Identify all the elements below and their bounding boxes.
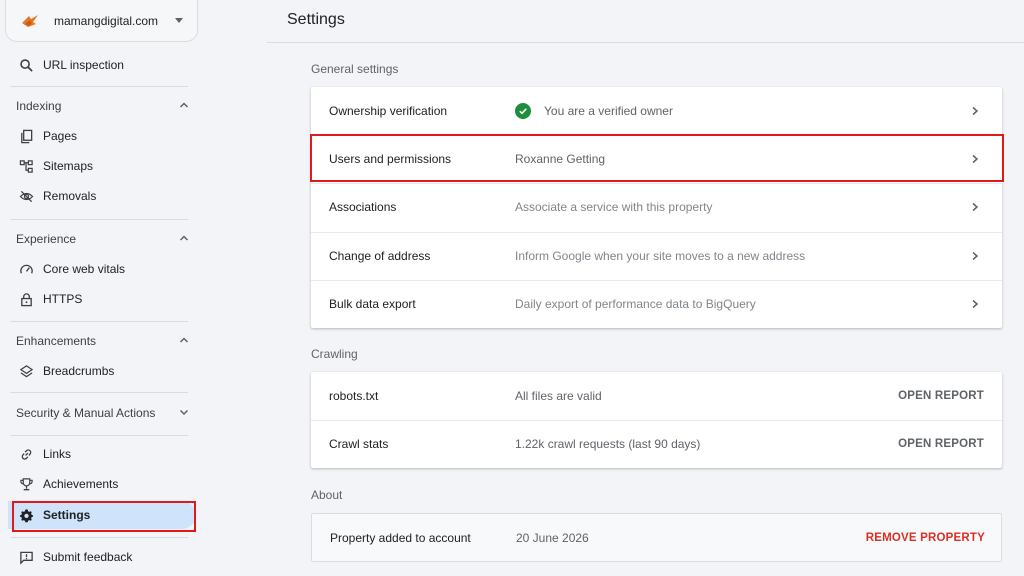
about-card: Property added to account 20 June 2026 R… <box>311 513 1002 562</box>
chevron-up-icon <box>178 232 190 247</box>
row-bulk-data-export[interactable]: Bulk data export Daily export of perform… <box>311 280 1002 328</box>
divider <box>10 86 188 87</box>
trophy-icon <box>18 476 34 492</box>
chevron-right-icon <box>972 202 979 212</box>
group-heading-crawling: Crawling <box>311 347 358 361</box>
nav-label: Pages <box>43 129 78 143</box>
row-associations[interactable]: Associations Associate a service with th… <box>311 183 1002 231</box>
nav-https[interactable]: HTTPS <box>8 285 196 313</box>
nav-achievements[interactable]: Achievements <box>8 470 196 498</box>
section-experience[interactable]: Experience <box>16 229 190 249</box>
row-label: Users and permissions <box>329 152 452 166</box>
section-heading: Indexing <box>16 99 62 113</box>
divider <box>10 537 188 538</box>
feedback-icon <box>18 549 34 565</box>
pages-icon <box>18 128 34 144</box>
nav-url-inspection[interactable]: URL inspection <box>8 51 196 79</box>
row-value: 1.22k crawl requests (last 90 days) <box>515 437 701 451</box>
lock-icon <box>18 291 34 307</box>
nav-label: URL inspection <box>43 58 124 72</box>
nav-label: Achievements <box>43 477 119 491</box>
nav-label: Breadcrumbs <box>43 364 115 378</box>
row-label: Bulk data export <box>329 297 416 311</box>
property-logo-icon <box>22 14 38 27</box>
chevron-down-icon <box>178 406 190 421</box>
row-label: robots.txt <box>329 389 379 403</box>
chevron-right-icon <box>972 106 979 116</box>
row-users-permissions[interactable]: Users and permissions Roxanne Getting <box>311 135 1002 183</box>
row-property-added: Property added to account 20 June 2026 R… <box>312 514 1003 562</box>
chevron-up-icon <box>178 334 190 349</box>
nav-settings[interactable]: Settings <box>8 501 196 529</box>
divider <box>10 219 188 220</box>
sidebar: mamangdigital.com URL inspection Indexin… <box>0 0 205 576</box>
property-selector[interactable]: mamangdigital.com <box>5 0 198 42</box>
layers-icon <box>18 363 34 379</box>
sitemap-icon <box>18 158 34 174</box>
row-label: Change of address <box>329 249 431 263</box>
row-label: Associations <box>329 200 397 214</box>
section-security[interactable]: Security & Manual Actions <box>16 403 190 423</box>
verified-check-icon <box>515 103 531 119</box>
chevron-right-icon <box>972 154 979 164</box>
remove-property-button[interactable]: REMOVE PROPERTY <box>866 532 985 544</box>
nav-label: Removals <box>43 189 97 203</box>
row-label: Crawl stats <box>329 437 389 451</box>
section-indexing[interactable]: Indexing <box>16 96 190 116</box>
row-label: Ownership verification <box>329 104 448 118</box>
section-heading: Experience <box>16 232 77 246</box>
nav-label: HTTPS <box>43 292 83 306</box>
section-enhancements[interactable]: Enhancements <box>16 331 190 351</box>
nav-label: Core web vitals <box>43 262 126 276</box>
link-icon <box>18 446 34 462</box>
row-change-of-address[interactable]: Change of address Inform Google when you… <box>311 232 1002 280</box>
row-label: Property added to account <box>330 531 471 545</box>
search-icon <box>18 57 34 73</box>
nav-label: Settings <box>43 508 91 522</box>
top-bar <box>267 0 1024 43</box>
gauge-icon <box>18 261 34 277</box>
nav-label: Links <box>43 447 72 461</box>
nav-removals[interactable]: Removals <box>8 182 196 210</box>
property-name: mamangdigital.com <box>54 13 159 28</box>
row-value: Roxanne Getting <box>515 152 606 166</box>
open-report-button[interactable]: OPEN REPORT <box>898 390 984 402</box>
row-value: Daily export of performance data to BigQ… <box>515 297 756 311</box>
divider <box>10 321 188 322</box>
crawling-card: robots.txt All files are valid OPEN REPO… <box>311 372 1002 468</box>
divider <box>10 392 188 393</box>
nav-label: Sitemaps <box>43 159 94 173</box>
general-settings-card: Ownership verification You are a verifie… <box>311 87 1002 328</box>
group-heading-about: About <box>311 488 343 502</box>
gear-icon <box>18 507 34 523</box>
nav-sitemaps[interactable]: Sitemaps <box>8 152 196 180</box>
group-heading-general: General settings <box>311 62 399 76</box>
nav-breadcrumbs[interactable]: Breadcrumbs <box>8 357 196 385</box>
row-value: 20 June 2026 <box>516 531 589 545</box>
nav-label: Submit feedback <box>43 550 133 564</box>
row-crawl-stats: Crawl stats 1.22k crawl requests (last 9… <box>311 420 1002 468</box>
dropdown-caret-icon[interactable] <box>175 18 183 23</box>
chevron-right-icon <box>972 299 979 309</box>
row-robots-txt: robots.txt All files are valid OPEN REPO… <box>311 372 1002 420</box>
row-value: You are a verified owner <box>515 103 673 119</box>
chevron-right-icon <box>972 251 979 261</box>
nav-core-web-vitals[interactable]: Core web vitals <box>8 255 196 283</box>
row-value: Inform Google when your site moves to a … <box>515 249 806 263</box>
row-value: All files are valid <box>515 389 602 403</box>
nav-links[interactable]: Links <box>8 440 196 468</box>
main-content: Settings General settings Ownership veri… <box>205 0 1024 576</box>
row-value: Associate a service with this property <box>515 200 713 214</box>
section-heading: Enhancements <box>16 334 97 348</box>
row-value-text: You are a verified owner <box>544 104 673 118</box>
row-ownership-verification[interactable]: Ownership verification You are a verifie… <box>311 87 1002 135</box>
eye-off-icon <box>18 188 34 204</box>
open-report-button[interactable]: OPEN REPORT <box>898 438 984 450</box>
chevron-up-icon <box>178 99 190 114</box>
divider <box>10 435 188 436</box>
section-heading: Security & Manual Actions <box>16 406 156 420</box>
nav-pages[interactable]: Pages <box>8 122 196 150</box>
nav-submit-feedback[interactable]: Submit feedback <box>8 543 196 571</box>
page-title: Settings <box>287 11 345 28</box>
